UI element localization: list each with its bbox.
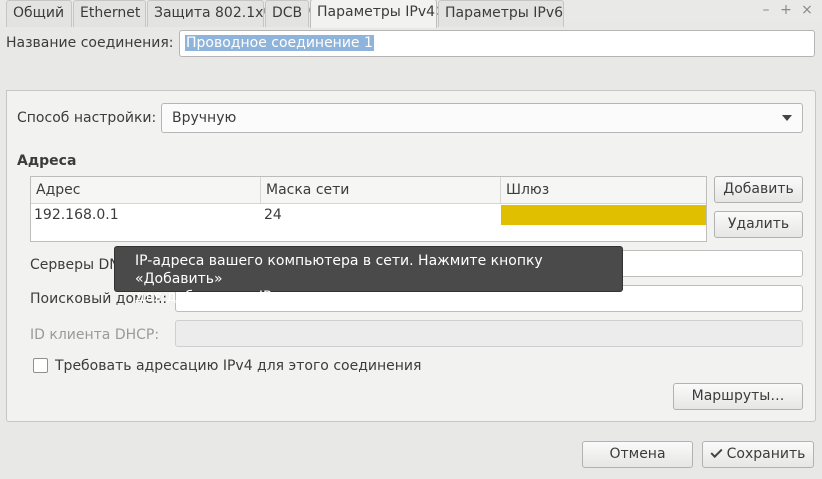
tab-8021x-security[interactable]: Защита 802.1x bbox=[147, 0, 264, 27]
routes-button[interactable]: Маршруты… bbox=[673, 383, 803, 410]
dns-servers-label: Серверы DN bbox=[30, 257, 120, 273]
minimize-button[interactable]: – bbox=[758, 1, 774, 19]
maximize-button[interactable]: + bbox=[778, 1, 794, 19]
method-value: Вручную bbox=[172, 110, 237, 126]
connection-name-label: Название соединения: bbox=[6, 35, 174, 51]
require-ipv4-checkbox[interactable] bbox=[33, 358, 48, 373]
method-combo[interactable]: Вручную bbox=[161, 103, 803, 133]
tab-dcb[interactable]: DCB bbox=[265, 0, 309, 27]
connection-name-value: Проводное соединение 1 bbox=[185, 35, 374, 51]
cell-address[interactable]: 192.168.0.1 bbox=[31, 205, 261, 225]
addresses-table[interactable]: Адрес Маска сети Шлюз 192.168.0.1 24 bbox=[30, 176, 707, 242]
tab-ethernet[interactable]: Ethernet bbox=[73, 0, 146, 27]
tooltip-line-1: IP-адреса вашего компьютера в сети. Нажм… bbox=[135, 253, 543, 287]
tab-ipv6-settings[interactable]: Параметры IPv6 bbox=[438, 0, 564, 27]
delete-address-button[interactable]: Удалить bbox=[714, 211, 803, 238]
dhcp-client-id-input bbox=[175, 320, 803, 347]
table-header: Адрес Маска сети Шлюз bbox=[31, 177, 706, 204]
addresses-title: Адреса bbox=[17, 153, 77, 169]
tooltip-line-2: для добавления IP-адреса. bbox=[135, 289, 333, 305]
checkmark-icon bbox=[710, 445, 723, 459]
add-address-button[interactable]: Добавить bbox=[714, 176, 803, 203]
cell-gateway[interactable] bbox=[501, 205, 706, 225]
close-button[interactable]: × bbox=[799, 1, 815, 19]
method-label: Способ настройки: bbox=[17, 110, 157, 126]
chevron-down-icon bbox=[782, 115, 792, 121]
save-button[interactable]: Сохранить bbox=[702, 441, 814, 468]
column-header-address[interactable]: Адрес bbox=[31, 177, 261, 204]
cancel-button[interactable]: Отмена bbox=[582, 441, 693, 468]
dhcp-client-id-label: ID клиента DHCP: bbox=[30, 327, 160, 343]
tab-general[interactable]: Общий bbox=[6, 0, 72, 27]
column-header-gateway[interactable]: Шлюз bbox=[501, 177, 706, 204]
save-button-label: Сохранить bbox=[726, 446, 806, 462]
column-header-netmask[interactable]: Маска сети bbox=[261, 177, 501, 204]
connection-name-input[interactable]: Проводное соединение 1 bbox=[179, 30, 815, 57]
tooltip: IP-адреса вашего компьютера в сети. Нажм… bbox=[114, 246, 623, 305]
cell-netmask[interactable]: 24 bbox=[261, 205, 501, 225]
require-ipv4-label[interactable]: Требовать адресацию IPv4 для этого соеди… bbox=[55, 357, 421, 375]
tab-ipv4-settings[interactable]: Параметры IPv4 bbox=[310, 0, 437, 28]
